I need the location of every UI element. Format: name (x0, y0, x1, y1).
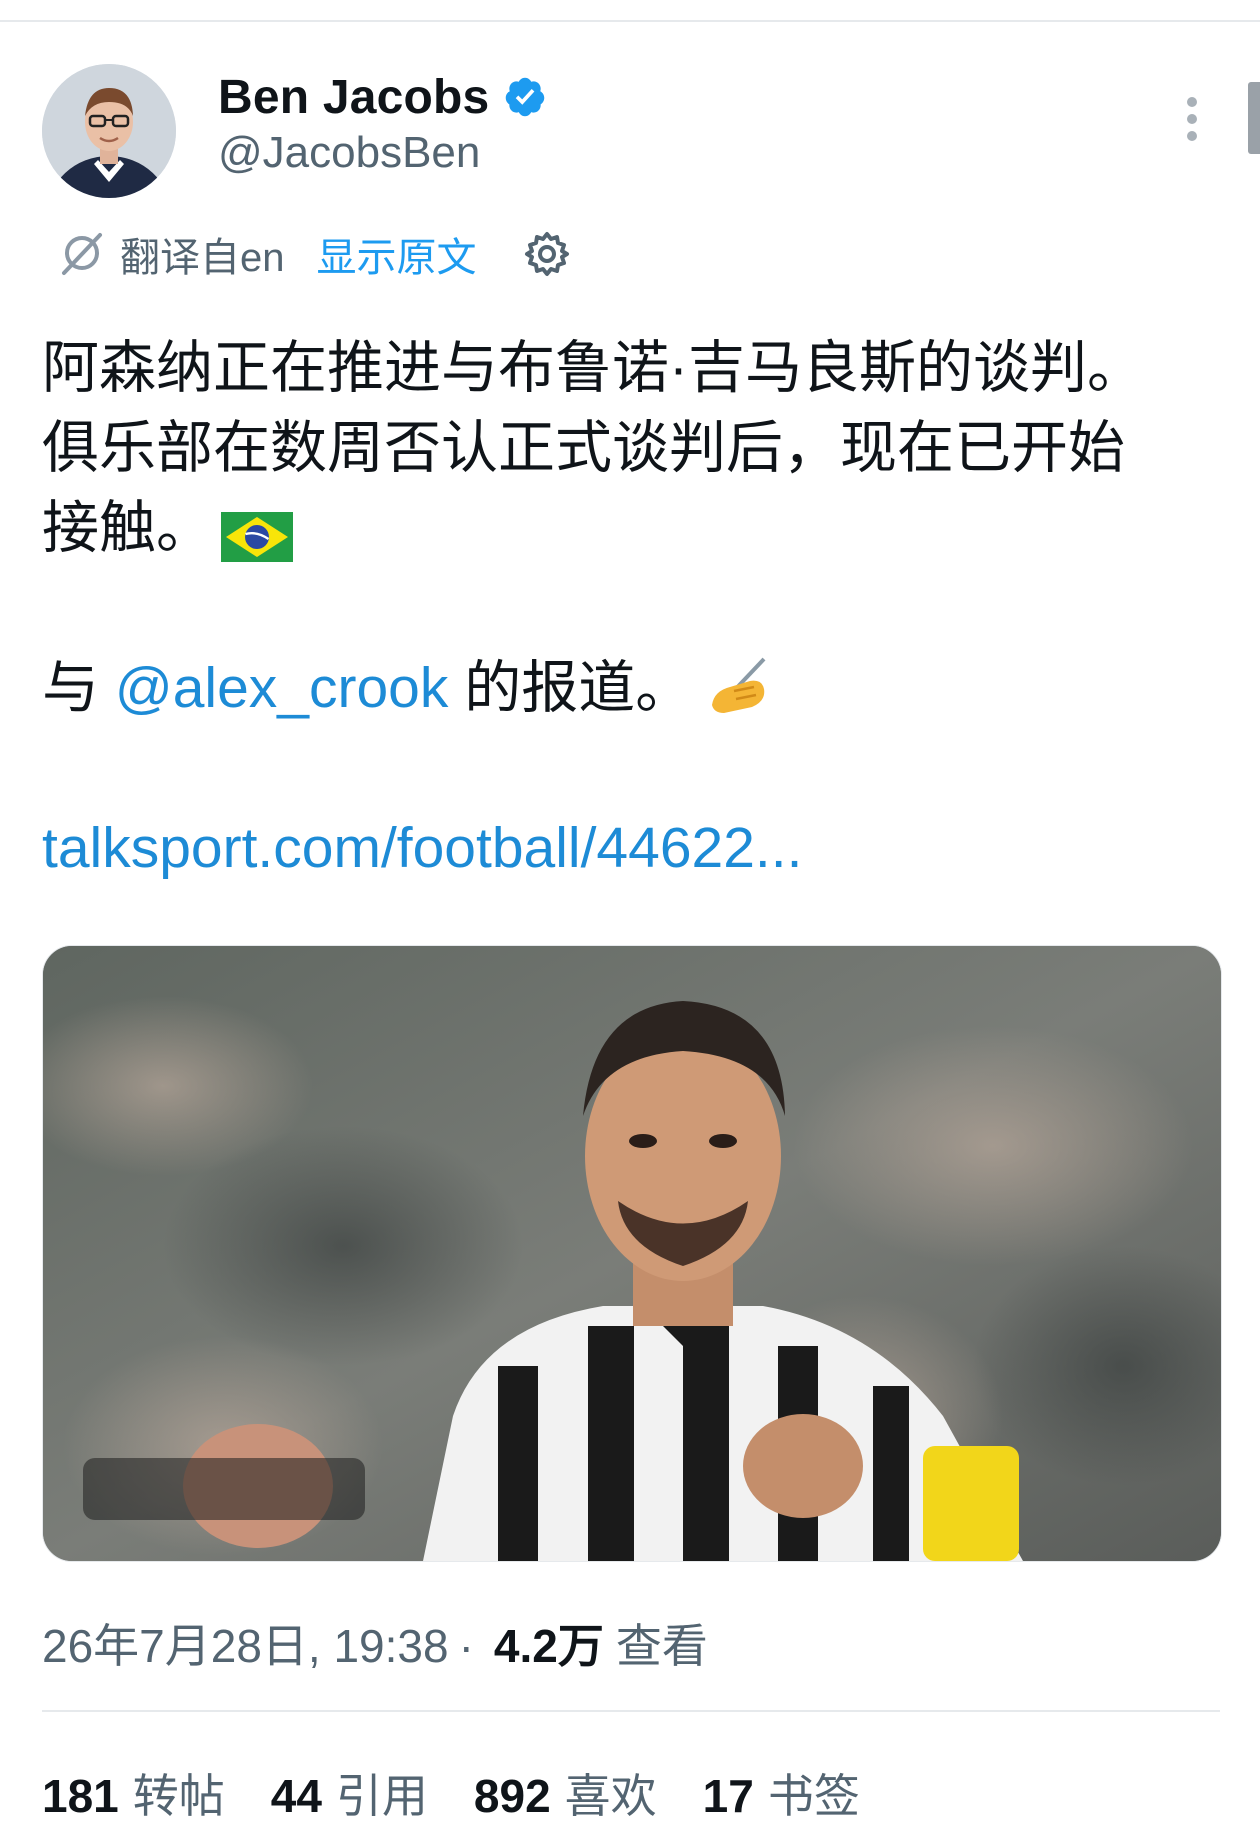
meta-separator: · (458, 1620, 474, 1672)
gear-icon[interactable] (523, 230, 571, 278)
mention-prefix: 与 (42, 656, 115, 720)
stat-label: 引用 (335, 1770, 428, 1822)
tweet-text-line: 接触。 (42, 488, 1222, 568)
more-vertical-icon[interactable] (1180, 94, 1204, 144)
stats-divider (42, 1710, 1220, 1712)
tweet-text-line: 俱乐部在数周否认正式谈判后，现在已开始 (42, 416, 1125, 480)
mention-line: 与 @alex_crook 的报道。 (42, 648, 776, 728)
stat-label: 书签 (767, 1770, 860, 1822)
stat-reposts[interactable]: 181 转帖 (42, 1760, 225, 1826)
tweet-media-image[interactable] (42, 945, 1222, 1562)
translated-from-label: 翻译自en (120, 236, 285, 280)
tweet-detail-page: Ben Jacobs @JacobsBen 翻译自en 显示原文 阿森纳正在推进… (0, 0, 1260, 1845)
stat-label: 转帖 (132, 1770, 225, 1822)
author-display-name[interactable]: Ben Jacobs (218, 70, 489, 125)
stat-bookmarks[interactable]: 17 书签 (703, 1760, 860, 1826)
translation-row: 翻译自en 显示原文 (56, 226, 571, 282)
author-handle[interactable]: @JacobsBen (218, 128, 480, 178)
translate-icon (56, 229, 106, 279)
author-name-row[interactable]: Ben Jacobs (218, 66, 547, 128)
engagement-stats: 181 转帖 44 引用 892 喜欢 17 书签 (42, 1760, 906, 1826)
media-overlay-badge (83, 1458, 365, 1520)
views-count: 4.2万 (493, 1620, 604, 1672)
top-divider (0, 20, 1260, 22)
mention-suffix: 的报道。 (448, 656, 693, 720)
show-original-link[interactable]: 显示原文 (317, 225, 477, 283)
writing-hand-icon (704, 651, 776, 723)
scrollbar-thumb[interactable] (1248, 82, 1260, 154)
external-link[interactable]: talksport.com/football/44622... (42, 808, 802, 888)
stat-label: 喜欢 (564, 1770, 657, 1822)
tweet-text-line: 阿森纳正在推进与布鲁诺·吉马良斯的谈判。 (42, 336, 1144, 400)
tweet-text-fragment: 接触。 (42, 496, 213, 560)
stat-count: 44 (270, 1770, 322, 1822)
verified-badge-icon (503, 75, 547, 119)
views-label: 查看 (615, 1620, 708, 1672)
brazil-flag-icon (221, 503, 293, 562)
mention-link[interactable]: @alex_crook (115, 656, 449, 720)
stat-count: 181 (42, 1770, 119, 1822)
stat-count: 17 (702, 1770, 754, 1822)
avatar[interactable] (42, 64, 176, 198)
stat-count: 892 (473, 1770, 551, 1822)
stat-quotes[interactable]: 44 引用 (271, 1760, 428, 1826)
tweet-text: 阿森纳正在推进与布鲁诺·吉马良斯的谈判。 俱乐部在数周否认正式谈判后，现在已开始… (42, 328, 1222, 568)
tweet-meta: 26年7月28日, 19:38 · 4.2万 查看 (42, 1610, 708, 1676)
tweet-timestamp[interactable]: 26年7月28日, 19:38 (42, 1610, 449, 1676)
stat-likes[interactable]: 892 喜欢 (474, 1760, 657, 1826)
